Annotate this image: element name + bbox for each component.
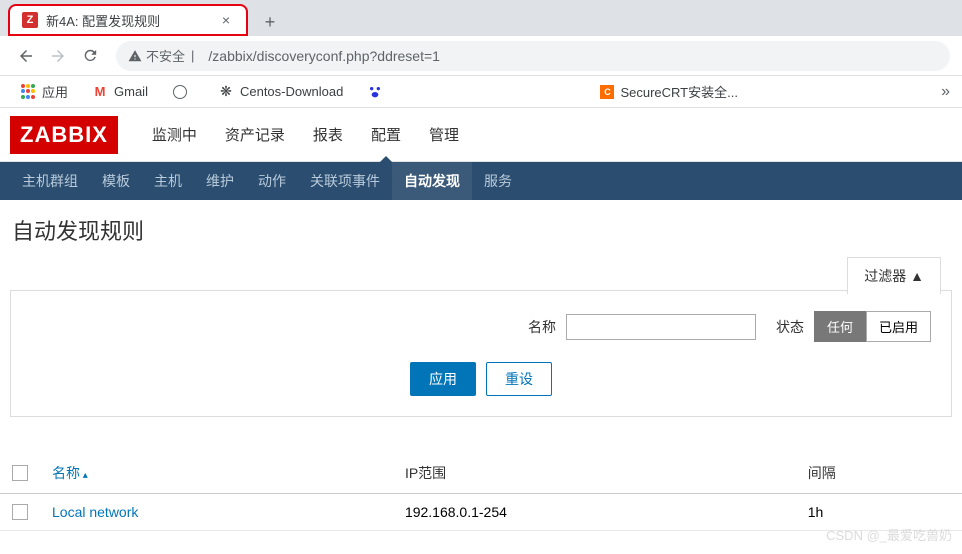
globe-bookmark[interactable] bbox=[164, 80, 202, 104]
select-all-checkbox[interactable] bbox=[12, 465, 28, 481]
bookmarks-bar: 应用 M Gmail ❋ Centos-Download C SecureCRT… bbox=[0, 76, 962, 108]
zabbix-main-nav: 监测中 资产记录 报表 配置 管理 bbox=[138, 108, 473, 161]
reset-button[interactable]: 重设 bbox=[486, 362, 552, 396]
col-iprange: IP范围 bbox=[393, 453, 796, 494]
address-bar: 不安全 | /zabbix/discoveryconf.php?ddreset=… bbox=[0, 36, 962, 76]
reload-icon bbox=[82, 47, 99, 64]
filter-status-enabled[interactable]: 已启用 bbox=[866, 311, 931, 342]
forward-button[interactable] bbox=[44, 42, 72, 70]
zabbix-header: ZABBIX 监测中 资产记录 报表 配置 管理 bbox=[0, 108, 962, 162]
filter-status-any[interactable]: 任何 bbox=[814, 311, 866, 342]
apps-bookmark[interactable]: 应用 bbox=[12, 78, 76, 105]
globe-icon bbox=[172, 84, 188, 100]
gmail-icon: M bbox=[92, 84, 108, 100]
bookmarks-overflow[interactable]: » bbox=[941, 83, 950, 101]
filter-name-label: 名称 bbox=[528, 317, 556, 337]
subnav-hosts[interactable]: 主机 bbox=[142, 161, 194, 201]
centos-icon: ❋ bbox=[218, 84, 234, 100]
arrow-left-icon bbox=[17, 47, 35, 65]
row-checkbox[interactable] bbox=[12, 504, 28, 520]
nav-monitoring[interactable]: 监测中 bbox=[138, 108, 211, 161]
new-tab-button[interactable]: + bbox=[256, 8, 284, 36]
subnav-templates[interactable]: 模板 bbox=[90, 161, 142, 201]
insecure-warning: 不安全 | bbox=[128, 46, 200, 65]
securecrt-icon: C bbox=[600, 85, 614, 99]
reload-button[interactable] bbox=[76, 42, 104, 70]
url-box[interactable]: 不安全 | /zabbix/discoveryconf.php?ddreset=… bbox=[116, 41, 950, 71]
filter-status-label: 状态 bbox=[776, 317, 804, 337]
url-text: /zabbix/discoveryconf.php?ddreset=1 bbox=[208, 48, 440, 64]
baidu-bookmark[interactable] bbox=[359, 80, 397, 104]
subnav-actions[interactable]: 动作 bbox=[246, 161, 298, 201]
rule-iprange: 192.168.0.1-254 bbox=[393, 494, 796, 531]
nav-administration[interactable]: 管理 bbox=[415, 108, 473, 161]
subnav-discovery[interactable]: 自动发现 bbox=[392, 161, 472, 201]
nav-inventory[interactable]: 资产记录 bbox=[211, 108, 299, 161]
filter-panel: 过滤器 ▲ 名称 状态 任何 已启用 应用 重设 bbox=[10, 290, 952, 417]
zabbix-favicon: Z bbox=[22, 12, 38, 28]
nav-configuration[interactable]: 配置 bbox=[357, 108, 415, 161]
discovery-rules-table: 名称 IP范围 间隔 Local network 192.168.0.1-254… bbox=[0, 453, 962, 531]
table-row: Local network 192.168.0.1-254 1h bbox=[0, 494, 962, 531]
centos-bookmark[interactable]: ❋ Centos-Download bbox=[210, 80, 351, 104]
back-button[interactable] bbox=[12, 42, 40, 70]
tab-title: 新4A: 配置发现规则 bbox=[46, 11, 210, 30]
filter-status-group: 任何 已启用 bbox=[814, 311, 931, 342]
subnav-correlation[interactable]: 关联项事件 bbox=[298, 161, 392, 201]
browser-tab[interactable]: Z 新4A: 配置发现规则 × bbox=[8, 4, 248, 36]
page-title: 自动发现规则 bbox=[0, 200, 962, 260]
col-name[interactable]: 名称 bbox=[40, 453, 393, 494]
zabbix-logo[interactable]: ZABBIX bbox=[10, 116, 118, 154]
warning-icon bbox=[128, 49, 142, 63]
zabbix-subnav: 主机群组 模板 主机 维护 动作 关联项事件 自动发现 服务 bbox=[0, 162, 962, 200]
filter-toggle[interactable]: 过滤器 ▲ bbox=[847, 257, 941, 294]
securecrt-bookmark[interactable]: C SecureCRT安装全... bbox=[592, 78, 746, 105]
subnav-maintenance[interactable]: 维护 bbox=[194, 161, 246, 201]
apps-icon bbox=[20, 84, 36, 100]
arrow-right-icon bbox=[49, 47, 67, 65]
gmail-bookmark[interactable]: M Gmail bbox=[84, 80, 156, 104]
subnav-services[interactable]: 服务 bbox=[472, 161, 524, 201]
baidu-icon bbox=[367, 84, 383, 100]
col-interval: 间隔 bbox=[796, 453, 962, 494]
watermark: CSDN @_最爱吃兽奶 bbox=[826, 525, 952, 544]
close-tab-icon[interactable]: × bbox=[218, 12, 234, 28]
nav-reports[interactable]: 报表 bbox=[299, 108, 357, 161]
filter-name-input[interactable] bbox=[566, 314, 756, 340]
subnav-hostgroups[interactable]: 主机群组 bbox=[10, 161, 90, 201]
apply-button[interactable]: 应用 bbox=[410, 362, 476, 396]
browser-tab-bar: Z 新4A: 配置发现规则 × + bbox=[0, 0, 962, 36]
rule-name-link[interactable]: Local network bbox=[52, 504, 138, 520]
